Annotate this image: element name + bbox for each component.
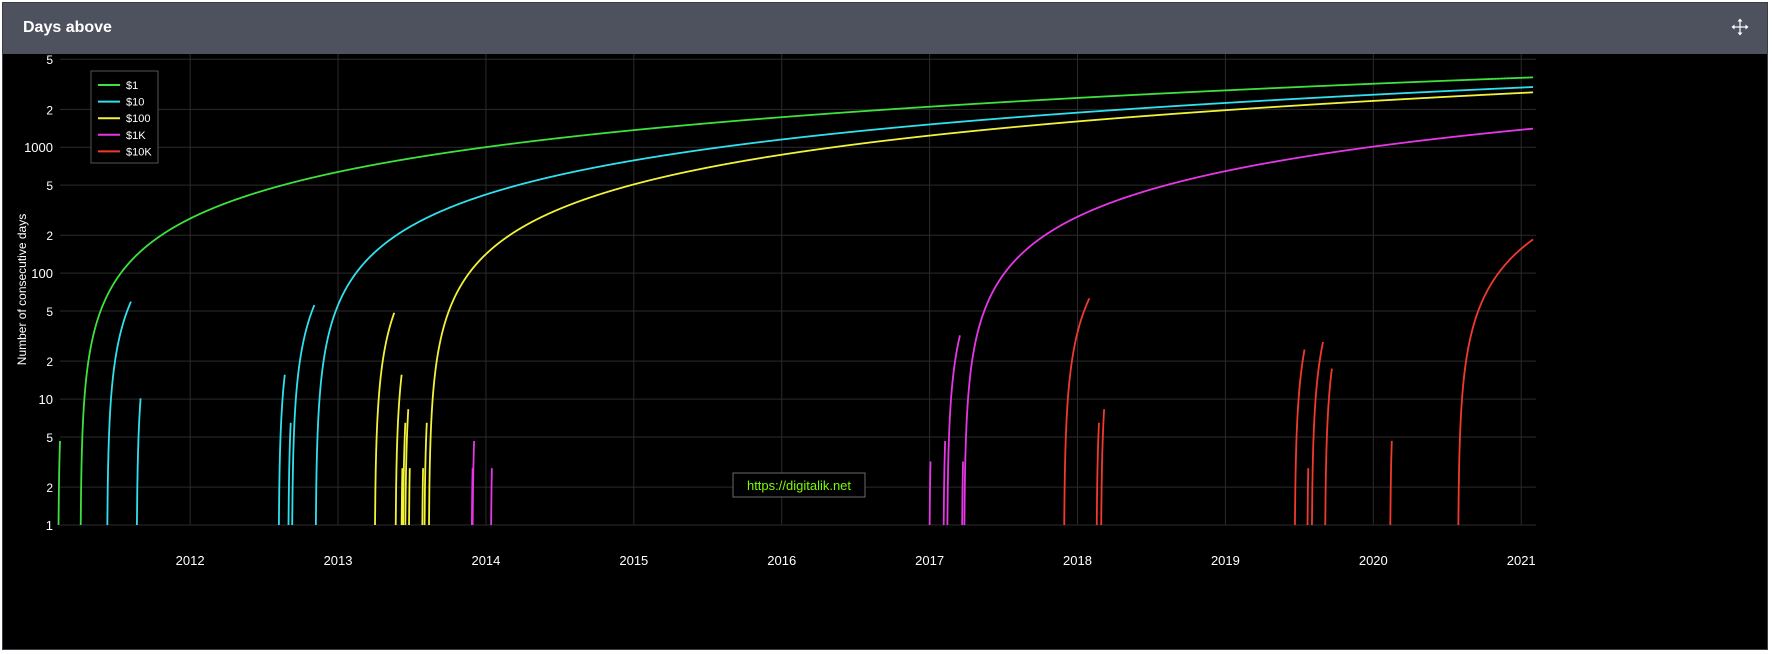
legend-label: $1 <box>126 80 138 92</box>
x-tick-label: 2015 <box>619 553 648 568</box>
y-tick-label: 2 <box>46 229 53 243</box>
legend-label: $10 <box>126 97 144 109</box>
panel-header: Days above <box>3 3 1767 54</box>
legend-label: $100 <box>126 113 150 125</box>
series-line <box>400 468 404 526</box>
y-tick-label: 5 <box>46 305 53 319</box>
y-axis-label: Number of consecutive days <box>15 214 29 365</box>
x-tick-label: 2020 <box>1359 553 1388 568</box>
series-line <box>1306 468 1310 526</box>
y-tick-label: 5 <box>46 179 53 193</box>
y-tick-label: 5 <box>46 431 53 445</box>
x-tick-label: 2019 <box>1211 553 1240 568</box>
series-line <box>961 461 964 526</box>
x-tick-label: 2014 <box>471 553 500 568</box>
x-tick-label: 2017 <box>915 553 944 568</box>
watermark: https://digitalik.net <box>732 472 866 498</box>
plot-background <box>3 54 1767 649</box>
series-line <box>408 468 411 526</box>
days-above-chart: 2012 2013 2014 2015 2016 2017 2018 2019 2020 2021… <box>3 54 1767 649</box>
y-tick-label: 2 <box>46 481 53 495</box>
legend-label: $10K <box>126 146 152 158</box>
x-tick-label: 2018 <box>1063 553 1092 568</box>
legend-label: $1K <box>126 130 146 142</box>
x-tick-label: 2013 <box>324 553 353 568</box>
series-line <box>421 468 424 526</box>
y-tick-label: 10 <box>39 392 53 407</box>
y-tick-label: 100 <box>31 266 53 281</box>
series-line <box>490 468 493 526</box>
x-tick-label: 2012 <box>176 553 205 568</box>
series-line <box>928 461 932 526</box>
panel-title: Days above <box>23 19 112 36</box>
y-tick-label: 2 <box>46 355 53 369</box>
move-arrows-icon[interactable] <box>1731 18 1749 36</box>
y-tick-label: 2 <box>46 103 53 117</box>
y-tick-label: 5 <box>46 54 53 67</box>
legend: $1 $10 $100 $1K $10K <box>90 70 159 164</box>
watermark-text: https://digitalik.net <box>747 478 851 493</box>
x-tick-label: 2021 <box>1507 553 1536 568</box>
y-tick-label: 1 <box>46 518 53 533</box>
y-tick-label: 1000 <box>24 140 53 155</box>
chart-panel: Days above 2012 2013 2014 2015 2016 2017 2018 2… <box>2 2 1768 650</box>
x-tick-label: 2016 <box>767 553 796 568</box>
